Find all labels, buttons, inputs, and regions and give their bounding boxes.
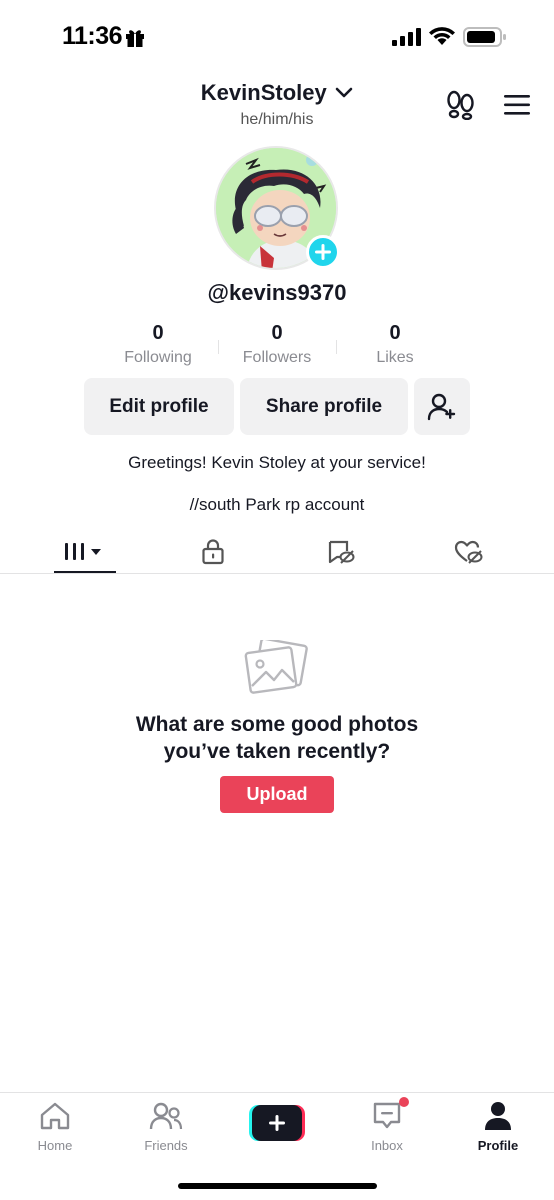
lock-icon: [202, 539, 224, 565]
signal-icon: [392, 28, 421, 46]
add-friend-icon: [427, 393, 456, 420]
footprint-icon[interactable]: [445, 90, 477, 120]
stat-value: 0: [271, 322, 283, 344]
divider: [0, 573, 554, 574]
nav-profile[interactable]: Profile: [453, 1101, 543, 1153]
create-button-face: [252, 1105, 302, 1141]
profile-handle: @kevins9370: [207, 280, 347, 305]
status-time: 11:36: [62, 22, 123, 50]
hidden-heart-icon: [454, 540, 483, 564]
plus-icon: [269, 1115, 285, 1131]
add-avatar-button[interactable]: [306, 235, 340, 269]
username[interactable]: KevinStoley: [201, 80, 327, 106]
nav-label: Home: [37, 1138, 73, 1153]
stat-label: Following: [124, 349, 192, 366]
chevron-down-icon[interactable]: [335, 87, 353, 99]
nav-inbox[interactable]: Inbox: [342, 1101, 432, 1153]
empty-state-title: What are some good photos you’ve taken r…: [0, 711, 554, 765]
bio-line: Greetings! Kevin Stoley at your service!: [128, 453, 426, 472]
stat-value: 0: [152, 322, 164, 344]
create-button[interactable]: [249, 1105, 305, 1141]
menu-icon[interactable]: [503, 94, 531, 116]
share-profile-button[interactable]: Share profile: [240, 378, 408, 435]
battery-icon: [463, 27, 506, 47]
photo-icon: [244, 640, 308, 694]
nav-friends[interactable]: Friends: [121, 1101, 211, 1153]
tab-liked[interactable]: [438, 532, 500, 572]
status-bar: 11:36: [0, 0, 554, 70]
friends-icon: [149, 1102, 183, 1130]
inbox-icon: [373, 1102, 401, 1129]
home-icon: [40, 1102, 70, 1130]
tab-reposts[interactable]: [310, 532, 372, 572]
nav-label: Profile: [477, 1138, 519, 1153]
stat-followers[interactable]: 0 Followers: [217, 322, 337, 367]
stat-value: 0: [389, 322, 401, 344]
stat-label: Likes: [376, 349, 414, 366]
grid-icon: [65, 543, 101, 560]
edit-profile-button[interactable]: Edit profile: [84, 378, 234, 435]
bio-line: //south Park rp account: [189, 495, 365, 514]
nav-home[interactable]: Home: [10, 1101, 100, 1153]
stat-label: Followers: [242, 349, 312, 366]
empty-title-line: What are some good photos: [135, 713, 419, 736]
stat-following[interactable]: 0 Following: [98, 322, 218, 367]
profile-icon: [485, 1102, 511, 1130]
tab-private[interactable]: [182, 532, 244, 572]
wifi-icon: [429, 27, 455, 45]
plus-icon: [315, 244, 331, 260]
stat-likes[interactable]: 0 Likes: [335, 322, 455, 367]
notification-badge: [399, 1097, 409, 1107]
add-friend-button[interactable]: [414, 378, 470, 435]
nav-label: Friends: [144, 1138, 188, 1153]
empty-title-line: you’ve taken recently?: [163, 740, 391, 763]
upload-button[interactable]: Upload: [220, 776, 334, 813]
caret-down-icon: [91, 549, 101, 555]
home-indicator: [178, 1183, 377, 1189]
nav-label: Inbox: [371, 1138, 403, 1153]
hidden-repost-icon: [328, 540, 355, 564]
tab-grid[interactable]: [54, 532, 116, 572]
gift-icon: [126, 30, 144, 47]
